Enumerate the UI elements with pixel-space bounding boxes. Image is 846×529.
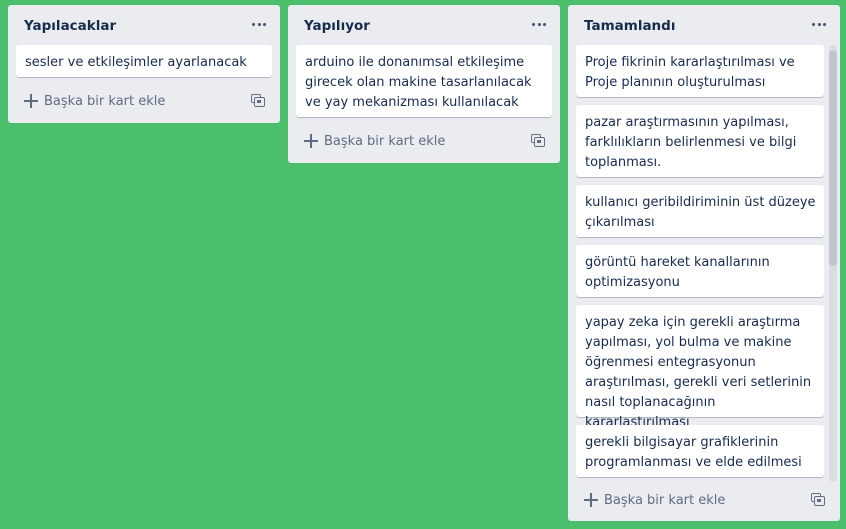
card[interactable]: Proje fikrinin kararlaştırılması ve Proj… [576, 45, 824, 97]
card[interactable]: pazar araştırmasının yapılması, farklılı… [576, 105, 824, 177]
card[interactable]: gerekli bilgisayar grafiklerinin program… [576, 425, 824, 477]
scrollbar-thumb[interactable] [829, 50, 837, 266]
add-card-button[interactable]: Başka bir kart ekle [24, 83, 165, 119]
list-header[interactable]: Yapılacaklar [8, 5, 280, 45]
card[interactable]: görüntü hareket kanallarının optimizasyo… [576, 245, 824, 297]
add-card-button[interactable]: Başka bir kart ekle [304, 123, 445, 159]
plus-icon [24, 94, 38, 108]
list-yapilacaklar: Yapılacaklar sesler ve etkileşimler ayar… [8, 5, 280, 123]
list-tamamlandi: Tamamlandı Proje fikrinin kararlaştırılm… [568, 5, 840, 521]
card-template-icon[interactable] [811, 493, 825, 506]
plus-icon [584, 493, 598, 507]
list-footer: Başka bir kart ekle [568, 482, 840, 518]
card[interactable]: yapay zeka için gerekli araştırma yapılm… [576, 305, 824, 430]
list-title[interactable]: Yapılıyor [304, 18, 370, 34]
list-header[interactable]: Tamamlandı [568, 5, 840, 45]
list-header[interactable]: Yapılıyor [288, 5, 560, 45]
add-card-label: Başka bir kart ekle [604, 492, 726, 508]
add-card-button[interactable]: Başka bir kart ekle [584, 482, 725, 518]
card-list: Proje fikrinin kararlaştırılması ve Proj… [568, 45, 840, 482]
more-horizontal-icon[interactable] [810, 15, 828, 33]
more-horizontal-icon[interactable] [530, 15, 548, 33]
card[interactable]: arduino ile donanımsal etkileşime girece… [296, 45, 552, 117]
card-template-icon[interactable] [531, 134, 545, 147]
card[interactable]: sesler ve etkileşimler ayarlanacak [16, 45, 272, 77]
more-horizontal-icon[interactable] [250, 15, 268, 33]
add-card-label: Başka bir kart ekle [44, 93, 166, 109]
list-footer: Başka bir kart ekle [288, 123, 560, 159]
plus-icon [304, 134, 318, 148]
card-template-icon[interactable] [251, 94, 265, 107]
add-card-label: Başka bir kart ekle [324, 133, 446, 149]
list-title[interactable]: Yapılacaklar [24, 18, 116, 34]
card[interactable]: kullanıcı geribildiriminin üst düzeye çı… [576, 185, 824, 237]
list-footer: Başka bir kart ekle [8, 83, 280, 119]
list-title[interactable]: Tamamlandı [584, 18, 675, 34]
scrollbar[interactable] [829, 45, 837, 482]
list-yapiliyor: Yapılıyor arduino ile donanımsal etkileş… [288, 5, 560, 163]
